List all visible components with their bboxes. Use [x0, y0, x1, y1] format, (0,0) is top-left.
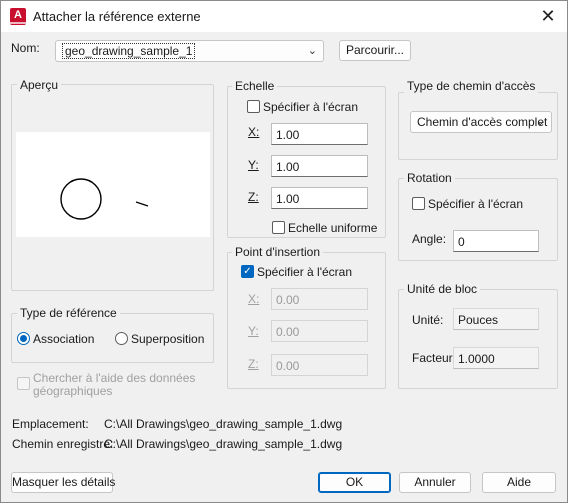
- attachment-radio[interactable]: [17, 332, 30, 345]
- scale-x-input[interactable]: 1.00: [271, 123, 368, 145]
- rotation-title: Rotation: [404, 171, 455, 185]
- angle-input[interactable]: 0: [453, 230, 539, 252]
- unit-label: Unité:: [412, 313, 444, 327]
- geo-search-label-line2: géographiques: [33, 384, 113, 398]
- block-unit-title: Unité de bloc: [404, 282, 481, 296]
- scale-z-input[interactable]: 1.00: [271, 187, 368, 209]
- chevron-down-icon[interactable]: ⌄: [308, 44, 317, 57]
- preview-canvas: [16, 132, 210, 237]
- factor-value: 1.0000: [453, 347, 539, 369]
- location-value: C:\All Drawings\geo_drawing_sample_1.dwg: [104, 417, 343, 431]
- angle-label: Angle:: [412, 232, 447, 246]
- insertion-specify-checkbox[interactable]: ✓: [241, 265, 254, 278]
- location-label: Emplacement:: [12, 417, 89, 431]
- insertion-specify-label: Spécifier à l'écran: [257, 265, 353, 279]
- scale-z-label: Z:: [248, 190, 259, 204]
- cancel-button[interactable]: Annuler: [399, 472, 471, 493]
- insertion-y-label: Y:: [248, 324, 259, 338]
- ok-button[interactable]: OK: [318, 472, 391, 493]
- insertion-title: Point d'insertion: [232, 245, 324, 259]
- name-value: geo_drawing_sample_1: [62, 43, 196, 59]
- saved-path-value: C:\All Drawings\geo_drawing_sample_1.dwg: [104, 437, 343, 451]
- path-type-value: Chemin d'accès complet: [417, 115, 548, 129]
- geo-search-label-line1: Chercher à l'aide des données: [33, 371, 196, 385]
- name-combobox[interactable]: geo_drawing_sample_1 ⌄: [55, 40, 324, 62]
- preview-label: Aperçu: [17, 78, 62, 92]
- scale-y-label: Y:: [248, 158, 259, 172]
- scale-y-input[interactable]: 1.00: [271, 155, 368, 177]
- block-unit-group: [398, 289, 558, 389]
- attachment-label: Association: [33, 332, 95, 346]
- unit-value: Pouces: [453, 308, 539, 330]
- chevron-down-icon[interactable]: ⌄: [536, 115, 545, 128]
- dialog-title: Attacher la référence externe: [33, 9, 201, 24]
- ref-type-title: Type de référence: [17, 306, 120, 320]
- scale-specify-label: Spécifier à l'écran: [263, 100, 359, 114]
- overlay-label: Superposition: [131, 332, 205, 346]
- geo-search-checkbox[interactable]: [17, 377, 30, 390]
- rotation-specify-checkbox[interactable]: [412, 197, 425, 210]
- insertion-z-label: Z:: [248, 357, 259, 371]
- attach-xref-dialog: A Attacher la référence externe ✕ Nom: g…: [0, 0, 568, 503]
- scale-title: Echelle: [232, 79, 278, 93]
- path-type-title: Type de chemin d'accès: [404, 79, 539, 93]
- autocad-app-icon: A: [10, 8, 26, 25]
- path-type-select[interactable]: Chemin d'accès complet ⌄: [410, 111, 552, 133]
- insertion-z-input[interactable]: 0.00: [271, 354, 368, 376]
- scale-x-label: X:: [248, 125, 260, 139]
- insertion-x-input[interactable]: 0.00: [271, 288, 368, 310]
- uniform-scale-label: Echelle uniforme: [288, 221, 378, 235]
- insertion-x-label: X:: [248, 292, 260, 306]
- scale-specify-checkbox[interactable]: [247, 100, 260, 113]
- hide-details-button[interactable]: Masquer les détails: [11, 472, 115, 493]
- overlay-radio[interactable]: [115, 332, 128, 345]
- help-button[interactable]: Aide: [482, 472, 556, 493]
- rotation-specify-label: Spécifier à l'écran: [428, 197, 524, 211]
- insertion-y-input[interactable]: 0.00: [271, 320, 368, 342]
- title-bar: A Attacher la référence externe ✕: [1, 1, 567, 32]
- preview-drawing: [60, 178, 149, 220]
- uniform-scale-checkbox[interactable]: [272, 221, 285, 234]
- saved-path-label: Chemin enregistré:: [12, 437, 114, 451]
- name-label: Nom:: [11, 41, 40, 55]
- browse-button[interactable]: Parcourir...: [339, 40, 411, 61]
- close-icon[interactable]: ✕: [537, 6, 559, 28]
- factor-label: Facteur:: [412, 351, 457, 365]
